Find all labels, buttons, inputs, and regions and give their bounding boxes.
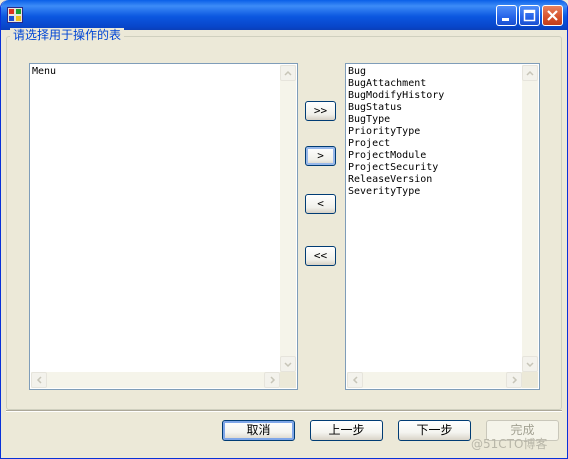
watermark: @51CTO博客 — [471, 437, 548, 451]
list-item[interactable]: ProjectSecurity — [348, 162, 444, 174]
arrow-down-icon — [526, 362, 534, 368]
right-list-items: Bug BugAttachment BugModifyHistory BugStatu… — [348, 66, 444, 198]
list-item[interactable]: PriorityType — [348, 126, 444, 138]
arrow-right-icon — [270, 376, 276, 384]
cancel-button[interactable]: 取消 — [222, 420, 295, 441]
previous-button[interactable]: 上一步 — [310, 420, 383, 441]
scroll-down-button[interactable] — [280, 356, 296, 372]
scroll-corner — [280, 372, 296, 388]
maximize-icon — [523, 9, 536, 22]
arrow-up-icon — [284, 70, 292, 76]
list-item[interactable]: BugModifyHistory — [348, 90, 444, 102]
list-item[interactable]: Project — [348, 138, 444, 150]
scroll-left-button[interactable] — [347, 372, 363, 388]
left-horizontal-scrollbar[interactable] — [31, 372, 280, 388]
move-all-left-button[interactable]: << — [305, 246, 336, 266]
arrow-right-icon — [512, 376, 518, 384]
wizard-window: 请选择用于操作的表 Menu >> > < << Bug BugAttachmen… — [0, 0, 568, 459]
arrow-down-icon — [284, 362, 292, 368]
next-button[interactable]: 下一步 — [398, 420, 471, 441]
list-item[interactable]: ReleaseVersion — [348, 174, 444, 186]
left-vertical-scrollbar[interactable] — [280, 65, 296, 372]
right-horizontal-scrollbar[interactable] — [347, 372, 522, 388]
title-bar[interactable] — [1, 0, 567, 30]
left-list-items: Menu — [32, 66, 56, 78]
left-listbox[interactable]: Menu — [29, 63, 298, 390]
scroll-corner — [522, 372, 538, 388]
list-item[interactable]: ProjectModule — [348, 150, 444, 162]
move-all-right-button[interactable]: >> — [305, 101, 336, 121]
group-label: 请选择用于操作的表 — [10, 28, 125, 42]
close-button[interactable] — [542, 5, 563, 26]
close-icon — [547, 10, 558, 21]
right-vertical-scrollbar[interactable] — [522, 65, 538, 372]
move-left-button[interactable]: < — [305, 194, 336, 214]
scroll-right-button[interactable] — [264, 372, 280, 388]
maximize-button[interactable] — [519, 5, 540, 26]
list-item[interactable]: BugStatus — [348, 102, 444, 114]
scroll-left-button[interactable] — [31, 372, 47, 388]
footer-separator — [6, 410, 562, 412]
list-item[interactable]: SeverityType — [348, 186, 444, 198]
move-right-button[interactable]: > — [305, 146, 336, 166]
arrow-left-icon — [352, 376, 358, 384]
arrow-left-icon — [36, 376, 42, 384]
minimize-button[interactable] — [496, 5, 517, 26]
scroll-down-button[interactable] — [522, 356, 538, 372]
scroll-right-button[interactable] — [506, 372, 522, 388]
scroll-up-button[interactable] — [280, 65, 296, 81]
right-listbox[interactable]: Bug BugAttachment BugModifyHistory BugStatu… — [345, 63, 540, 390]
list-item[interactable]: Menu — [32, 66, 56, 78]
scroll-up-button[interactable] — [522, 65, 538, 81]
list-item[interactable]: Bug — [348, 66, 444, 78]
list-item[interactable]: BugType — [348, 114, 444, 126]
list-item[interactable]: BugAttachment — [348, 78, 444, 90]
minimize-icon — [502, 18, 509, 21]
app-window-icon — [7, 7, 23, 23]
arrow-up-icon — [526, 70, 534, 76]
